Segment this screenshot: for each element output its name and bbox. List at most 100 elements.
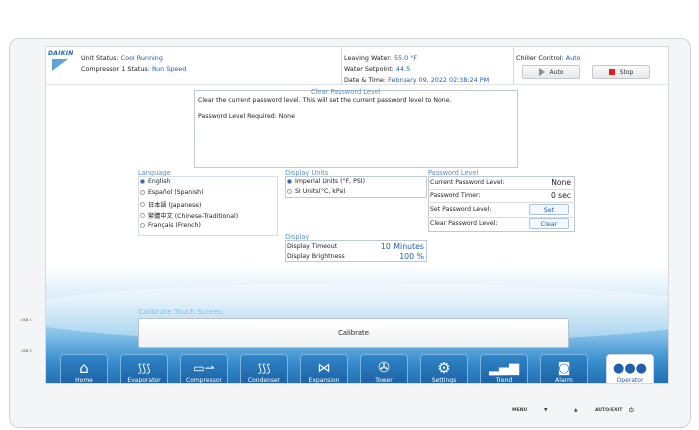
radio-icon (140, 223, 145, 228)
auto-button[interactable]: Auto (522, 65, 580, 79)
daikin-logo: DAIKIN (48, 50, 76, 78)
auto-button-label: Auto (549, 68, 564, 76)
password-timer-label: Password Timer: (430, 192, 481, 199)
auto-exit-button[interactable]: AUTO/EXIT (595, 408, 622, 413)
date-time: Date & Time: February 09, 2022 02:38:24 … (344, 76, 489, 84)
stop-button[interactable]: Stop (592, 65, 650, 79)
water-setpoint-value: 44.5 (395, 65, 411, 73)
display-brightness-label: Display Brightness (287, 253, 345, 260)
units-option-label: Imperial Units (°F, PSI) (295, 178, 366, 185)
operator-icon: ●●● (612, 360, 648, 376)
menu-button[interactable]: MENU (512, 408, 527, 413)
row-divider (428, 202, 575, 203)
row-divider (428, 189, 575, 190)
radio-icon (140, 213, 145, 218)
units-option-label: SI Units(°C, kPa) (295, 188, 346, 195)
trend-chart-icon: ▂▄▆ (489, 360, 519, 376)
usb1-label: USB 1 (21, 318, 32, 322)
calibrate-title: Calibrate Touch Screen (138, 307, 223, 316)
language-option[interactable]: Español (Spanish) (140, 189, 204, 196)
nav-label: Evaporator (127, 377, 161, 384)
clear-password-title: Clear Password Level (311, 88, 381, 96)
nav-trend[interactable]: ▂▄▆ Trend (480, 354, 528, 384)
leaving-water-label: Leaving Water: (344, 54, 392, 62)
radio-icon (140, 202, 145, 207)
unit-status: Unit Status: Cool Running (81, 54, 163, 62)
nav-home[interactable]: ⌂ Home (60, 354, 108, 383)
nav-operator[interactable]: ●●● Operator (606, 354, 654, 384)
down-button[interactable]: ▼ (544, 408, 548, 413)
language-option-label: 日本語 (Japanese) (148, 202, 202, 209)
nav-label: Expansion (308, 377, 340, 384)
water-setpoint-label: Water Setpoint: (344, 65, 394, 73)
language-option-label: 繁體中文 (Chinese-Traditional) (148, 213, 239, 220)
play-icon (538, 68, 545, 76)
radio-selected-icon (287, 179, 292, 184)
calibrate-button[interactable]: Calibrate (138, 318, 569, 348)
chiller-control-value: Auto (565, 54, 581, 62)
display-timeout-value[interactable]: 10 Minutes (381, 242, 424, 251)
unit-status-label: Unit Status: (81, 54, 119, 62)
tower-fan-icon: ✇ (378, 360, 390, 376)
language-option[interactable]: Français (French) (140, 222, 201, 229)
display-timeout-label: Display Timeout (287, 243, 338, 250)
condenser-icon: ⟆⟆⟆ (257, 361, 271, 375)
current-password-label: Current Password Level: (430, 179, 505, 186)
power-icon[interactable]: ⏻ (629, 407, 634, 415)
units-option[interactable]: Imperial Units (°F, PSI) (287, 178, 365, 185)
set-password-label: Set Password Level: (430, 206, 492, 213)
chiller-control: Chiller Control: Auto (516, 54, 581, 62)
gear-icon: ⚙ (437, 358, 451, 377)
usb2-label: USB 2 (21, 349, 32, 353)
nav-settings[interactable]: ⚙ Settings (420, 354, 468, 384)
navigation-bar: ⌂ Home ⟆⟆⟆ Evaporator ▭⇀ Compressor ⟆⟆⟆ … (46, 349, 668, 384)
language-option[interactable]: 繁體中文 (Chinese-Traditional) (140, 211, 238, 220)
nav-label: Trend (495, 377, 513, 384)
units-option[interactable]: SI Units(°C, kPa) (287, 188, 346, 195)
nav-label: Operator (616, 377, 644, 384)
nav-condenser[interactable]: ⟆⟆⟆ Condenser (240, 354, 288, 384)
clear-password-button[interactable]: Clear (529, 218, 569, 229)
alarm-icon: ◙ (557, 360, 571, 376)
language-option-label: English (148, 178, 171, 185)
language-option[interactable]: 日本語 (Japanese) (140, 200, 201, 209)
language-option[interactable]: English (140, 178, 170, 185)
logo-text: DAIKIN (48, 50, 74, 57)
up-button[interactable]: ▲ (574, 408, 578, 413)
nav-label: Tower (375, 377, 393, 384)
compressor-icon: ▭⇀ (193, 361, 215, 375)
language-option-label: Español (Spanish) (148, 189, 204, 196)
chiller-control-label: Chiller Control: (516, 54, 564, 62)
nav-alarm[interactable]: ◙ Alarm (540, 354, 588, 384)
set-password-button[interactable]: Set (529, 204, 569, 215)
nav-label: Settings (431, 377, 457, 384)
nav-label: Alarm (555, 377, 573, 384)
date-time-label: Date & Time: (344, 76, 387, 84)
header-divider (341, 47, 342, 85)
date-time-value: February 09, 2022 02:38:24 PM (388, 76, 490, 84)
nav-tower[interactable]: ✇ Tower (360, 354, 408, 384)
radio-icon (287, 189, 292, 194)
header-divider (513, 47, 514, 85)
compressor-status: Compressor 1 Status: Run Speed (81, 65, 186, 73)
logo-triangle-icon (52, 59, 68, 71)
hmi-screen: DAIKIN Unit Status: Cool Running Compres… (45, 46, 669, 384)
display-brightness-value[interactable]: 100 % (399, 252, 424, 261)
water-setpoint: Water Setpoint: 44.5 (344, 65, 410, 73)
nav-label: Condenser (247, 377, 281, 384)
evaporator-icon: ⟆⟆⟆ (137, 361, 151, 375)
nav-label: Compressor (186, 377, 222, 384)
radio-selected-icon (140, 179, 145, 184)
nav-expansion[interactable]: ⋈ Expansion (300, 354, 348, 384)
nav-evaporator[interactable]: ⟆⟆⟆ Evaporator (120, 354, 168, 384)
current-password-value: None (551, 178, 571, 187)
expansion-valve-icon: ⋈ (317, 360, 331, 376)
stop-icon (608, 69, 615, 75)
unit-status-value: Cool Running (120, 54, 163, 62)
password-timer-value: 0 sec (550, 191, 571, 200)
compressor-status-value: Run Speed (151, 65, 187, 73)
compressor-status-label: Compressor 1 Status: (81, 65, 150, 73)
leaving-water: Leaving Water: 55.0 °F (344, 54, 417, 62)
radio-icon (140, 190, 145, 195)
nav-compressor[interactable]: ▭⇀ Compressor (180, 354, 228, 384)
